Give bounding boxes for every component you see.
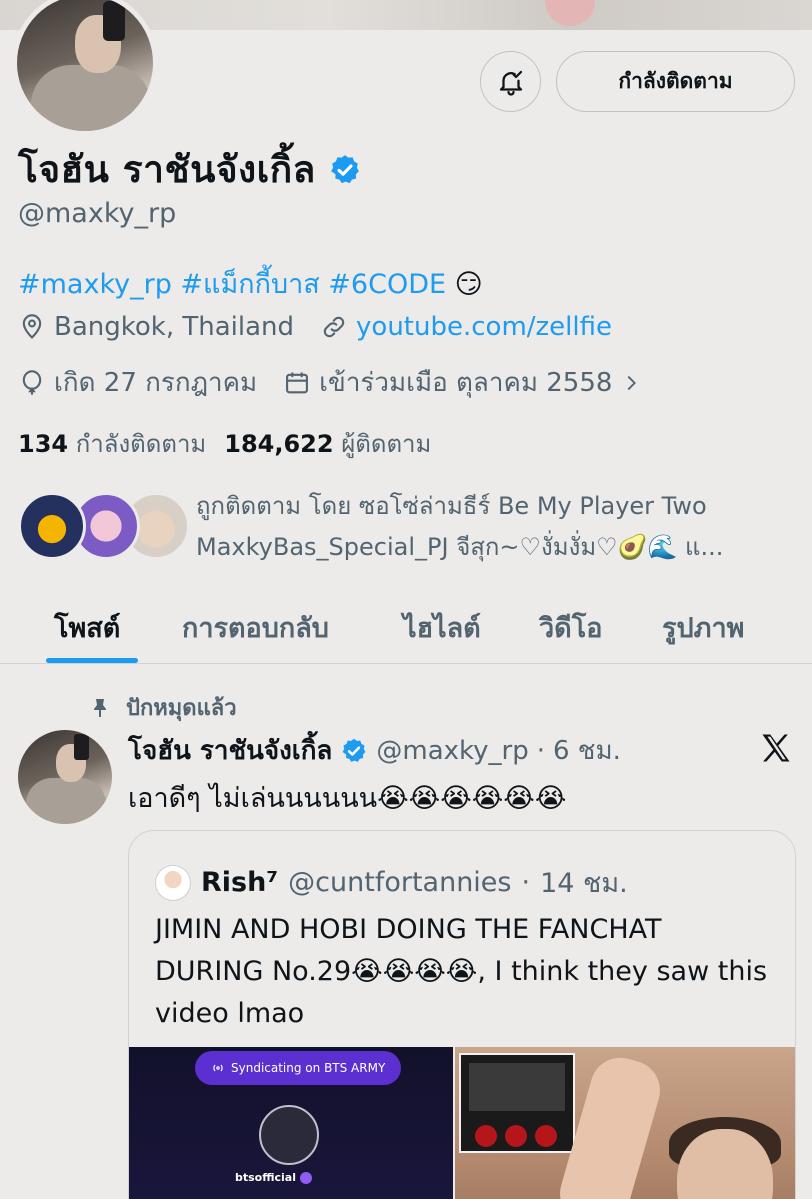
quoted-media-left[interactable]: Syndicating on BTS ARMY btsofficial [129, 1047, 453, 1199]
broadcast-icon [213, 1064, 223, 1072]
location-pin-icon [22, 314, 42, 339]
profile-tabs: โพสต์ การตอบกลับ ไฮไลต์ วิดีโอ รูปภาพ [0, 600, 812, 664]
followed-by-avatars[interactable] [18, 492, 190, 562]
profile-bio: #maxky_rp #แม็กกี้บาส #6CODE 😏 [18, 262, 483, 305]
avatar-phone [74, 734, 89, 760]
verified-badge-icon[interactable] [328, 153, 362, 187]
avatar-phone [103, 1, 125, 41]
quoted-post[interactable]: Rish⁷ @cuntfortannies · 14 ชม. JIMIN AND… [128, 830, 796, 1199]
channel-avatar [259, 1105, 319, 1165]
channel-name: btsofficial [235, 1171, 296, 1184]
syndicating-text: Syndicating on BTS ARMY [231, 1061, 386, 1075]
bio-emoji: 😏 [454, 269, 483, 300]
syndicating-pill: Syndicating on BTS ARMY [195, 1051, 402, 1085]
display-name: โจฮัน ราชันจังเกิ้ล [18, 148, 316, 191]
tab-videos[interactable]: วิดีโอ [539, 606, 602, 649]
followed-by-line: MaxkyBas_Special_PJ จีสุก~♡งั่มงั่ม♡🥑🌊 แ… [196, 533, 724, 561]
link-icon [323, 316, 345, 338]
quoted-post-header: Rish⁷ @cuntfortannies · 14 ชม. [155, 861, 628, 904]
website-link[interactable]: youtube.com/zellfie [356, 312, 612, 342]
band-photo [469, 1063, 565, 1111]
notification-bell-button[interactable] [480, 51, 541, 112]
following-count-link[interactable]: 134 กำลังติดตาม [18, 424, 206, 463]
quoted-author-avatar [155, 864, 191, 901]
post-text: เอาดีๆ ไม่เล่นนนนนน😭😭😭😭😭😭 [128, 783, 567, 814]
pinned-indicator: ปักหมุดแล้ว [88, 690, 237, 725]
red-circle [505, 1125, 527, 1147]
chevron-right-icon [628, 375, 637, 390]
following-count: 134 [18, 430, 69, 458]
channel-caption: btsofficial [235, 1171, 312, 1184]
quoted-media-right[interactable] [455, 1047, 795, 1199]
post-author-avatar[interactable] [18, 730, 112, 824]
separator-dot: · [521, 867, 531, 898]
separator-dot: · [536, 735, 545, 766]
profile-name-row: โจฮัน ราชันจังเกิ้ล [18, 140, 362, 199]
following-button[interactable]: กำลังติดตาม [556, 51, 795, 112]
red-circle [475, 1125, 497, 1147]
avatar-hoodie [26, 778, 106, 824]
followers-count: 184,622 [224, 430, 334, 458]
pinned-label: ปักหมุดแล้ว [126, 696, 237, 721]
post-author-name[interactable]: โจฮัน ราชันจังเกิ้ล [128, 730, 332, 771]
website-item[interactable]: youtube.com/zellfie [320, 312, 612, 342]
post-header: โจฮัน ราชันจังเกิ้ล @maxky_rp · 6 ชม. [128, 730, 621, 771]
x-logo-icon[interactable] [758, 730, 794, 766]
followed-by-line: ถูกติดตาม โดย ซอโซ่ล่ามธีร์ Be My Player… [196, 492, 707, 520]
quoted-post-time: 14 ชม. [540, 868, 628, 899]
quoted-author-handle: @cuntfortannies [288, 867, 512, 898]
location-item: Bangkok, Thailand [18, 312, 294, 342]
verified-dot-icon [300, 1171, 312, 1184]
bio-hashtags[interactable]: #maxky_rp #แม็กกี้บาส #6CODE [18, 269, 446, 300]
banner-cat-nose [545, 0, 595, 26]
verified-badge-icon [342, 738, 366, 762]
birthday-item: เกิด 27 กรกฎาคม [18, 362, 257, 403]
location-text: Bangkok, Thailand [54, 312, 295, 342]
tab-photos[interactable]: รูปภาพ [662, 606, 744, 649]
profile-handle: @maxky_rp [18, 198, 177, 229]
joined-item[interactable]: เข้าร่วมเมือ ตุลาคม 2558 [283, 362, 642, 403]
follow-counts: 134 กำลังติดตาม 184,622 ผู้ติดตาม [18, 424, 431, 463]
video-thumbnail [459, 1053, 575, 1153]
tab-posts[interactable]: โพสต์ [54, 606, 120, 649]
following-label: กำลังติดตาม [75, 430, 207, 458]
followers-label: ผู้ติดตาม [341, 430, 432, 458]
joined-text: เข้าร่วมเมือ ตุลาคม 2558 [319, 368, 613, 398]
followed-by-text[interactable]: ถูกติดตาม โดย ซอโซ่ล่ามธีร์ Be My Player… [196, 486, 796, 568]
quoted-author-name: Rish⁷ [201, 867, 279, 898]
followers-count-link[interactable]: 184,622 ผู้ติดตาม [224, 424, 431, 463]
balloon-icon [22, 369, 42, 395]
post-time[interactable]: 6 ชม. [553, 730, 621, 771]
active-tab-indicator [46, 658, 138, 663]
profile-meta-row-1: Bangkok, Thailand youtube.com/zellfie [18, 312, 638, 342]
avatar-hoodie [31, 65, 151, 131]
follower-avatar [18, 492, 86, 560]
tab-replies[interactable]: การตอบกลับ [182, 606, 329, 649]
tab-highlights[interactable]: ไฮไลต์ [403, 606, 481, 649]
profile-avatar[interactable] [12, 0, 158, 136]
birthday-text: เกิด 27 กรกฎาคม [54, 368, 258, 398]
bell-check-icon [499, 70, 522, 96]
profile-meta-row-2: เกิด 27 กรกฎาคม เข้าร่วมเมือ ตุลาคม 2558 [18, 362, 668, 403]
pin-icon [94, 698, 106, 717]
post-author-handle[interactable]: @maxky_rp [376, 736, 528, 766]
red-circle [535, 1125, 557, 1147]
quoted-post-text: JIMIN AND HOBI DOING THE FANCHAT DURING … [155, 914, 768, 1029]
calendar-icon [286, 372, 309, 393]
